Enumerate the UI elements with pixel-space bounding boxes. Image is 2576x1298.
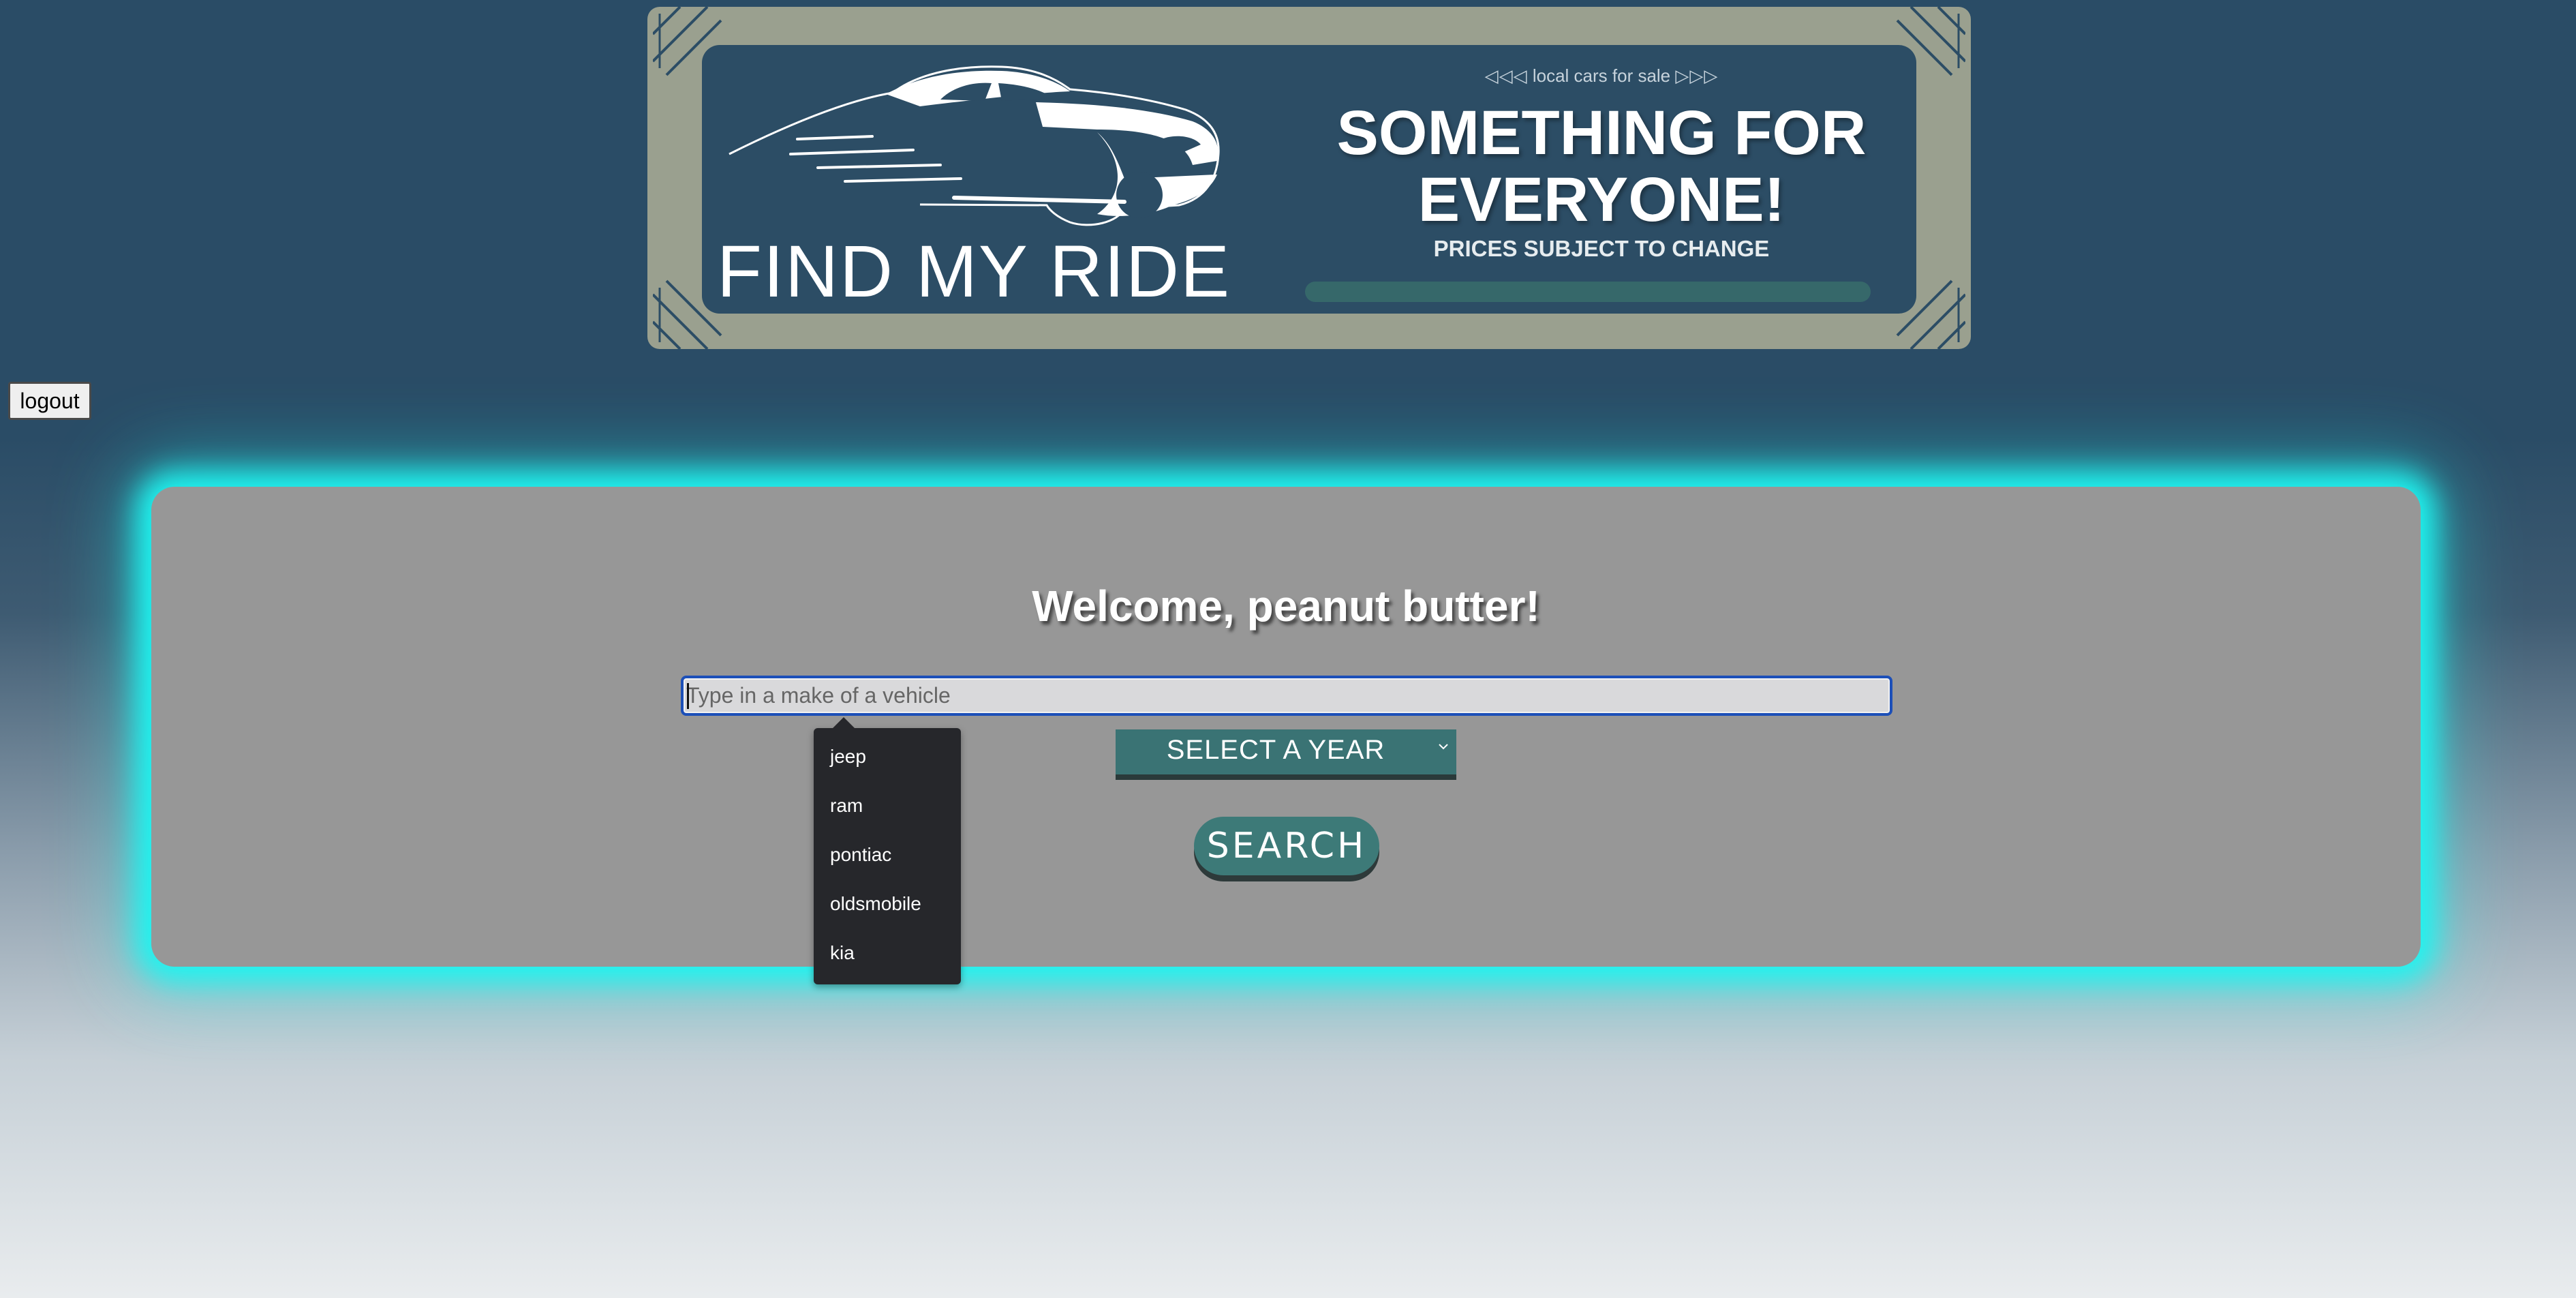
car-logo-icon <box>729 65 1220 226</box>
banner-tagline: ◁◁◁ local cars for sale ▷▷▷ <box>1302 65 1901 87</box>
banner-panel: FIND MY RIDE ◁◁◁ local cars for sale ▷▷▷… <box>702 45 1916 314</box>
welcome-heading: Welcome, peanut butter! <box>1032 582 1540 631</box>
suggestion-item[interactable]: pontiac <box>830 844 891 866</box>
tagline-text: local cars for sale <box>1532 65 1671 86</box>
year-select-label: SELECT A YEAR <box>1166 735 1385 765</box>
banner-accent-bar <box>1305 282 1871 302</box>
text-cursor <box>687 683 689 709</box>
brand-logo-text: FIND MY RIDE <box>716 230 1231 312</box>
chevron-down-icon <box>1439 744 1448 750</box>
headline-line-1: SOMETHING FOR <box>1336 98 1867 168</box>
arrows-left-icon: ◁◁◁ <box>1484 65 1528 86</box>
banner-headline: SOMETHING FOR EVERYONE! <box>1302 100 1901 233</box>
suggestion-item[interactable]: kia <box>830 942 855 964</box>
make-suggestions-dropdown: jeep ram pontiac oldsmobile kia <box>814 717 961 984</box>
vehicle-make-search-input[interactable] <box>681 676 1892 716</box>
banner-subline: PRICES SUBJECT TO CHANGE <box>1433 236 1770 261</box>
suggestion-item[interactable]: oldsmobile <box>830 893 921 915</box>
arrows-right-icon: ▷▷▷ <box>1675 65 1719 86</box>
suggestion-item[interactable]: jeep <box>830 746 866 768</box>
search-card: Welcome, peanut butter! SELECT A YEAR SE… <box>151 487 2421 967</box>
headline-line-2: EVERYONE! <box>1417 165 1785 235</box>
hero-banner: FIND MY RIDE ◁◁◁ local cars for sale ▷▷▷… <box>647 7 1971 349</box>
suggestion-item[interactable]: ram <box>830 795 863 817</box>
search-button[interactable]: SEARCH <box>1194 817 1379 875</box>
logout-button[interactable]: logout <box>8 382 91 420</box>
year-select[interactable]: SELECT A YEAR <box>1116 729 1456 780</box>
